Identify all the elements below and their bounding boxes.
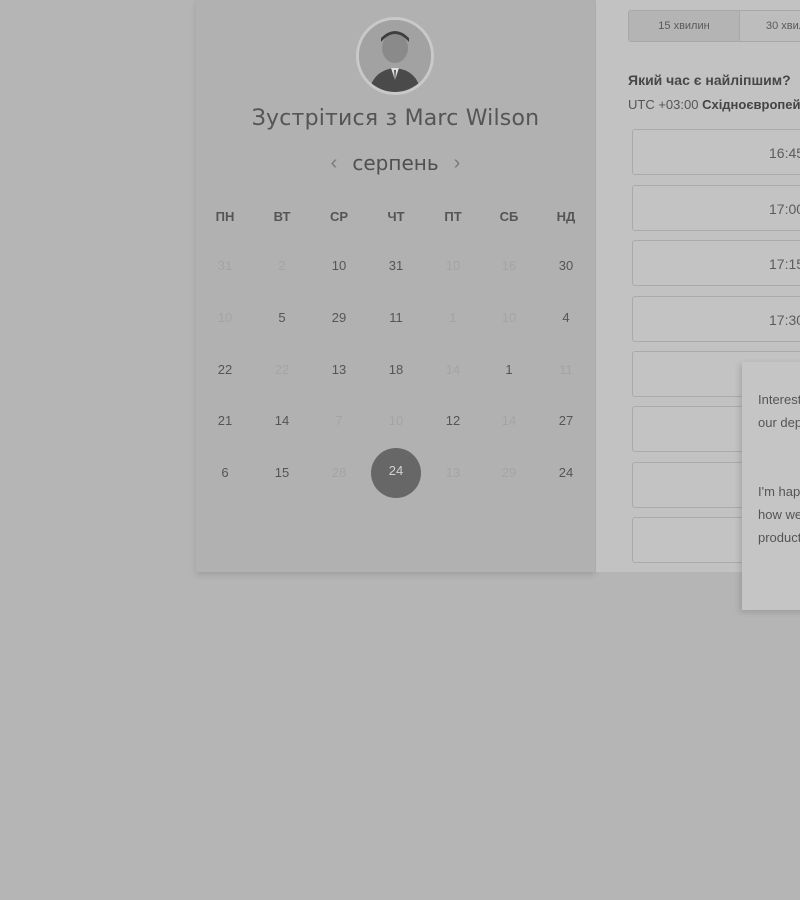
calendar-day[interactable]: 22 [258, 355, 306, 385]
calendar-day[interactable]: 12 [429, 406, 477, 436]
calendar-day[interactable]: 30 [542, 251, 590, 281]
calendar-day[interactable]: 29 [485, 458, 533, 488]
month-label: серпень [352, 151, 439, 175]
calendar-day[interactable]: 11 [542, 355, 590, 385]
calendar-day[interactable]: 10 [485, 303, 533, 333]
chevron-right-icon[interactable]: › [447, 150, 467, 176]
calendar-day[interactable]: 16 [485, 251, 533, 281]
calendar-day[interactable]: 21 [201, 406, 249, 436]
time-slot-label: 17:30 [769, 312, 800, 328]
time-slot-label: 17:00 [769, 201, 800, 217]
calendar-day[interactable]: 10 [201, 303, 249, 333]
page-title: Зустрітися з Marc Wilson [251, 106, 540, 131]
popup-message: I'm happy to share more insights about h… [758, 484, 800, 545]
calendar-day[interactable]: 4 [542, 303, 590, 333]
calendar-day[interactable]: 11 [372, 303, 420, 333]
calendar-day[interactable]: 7 [315, 406, 363, 436]
timezone-selector[interactable]: UTC +03:00 Східноєвропейський час [628, 97, 800, 112]
time-slot[interactable]: 17:00 [632, 185, 800, 231]
time-slot[interactable]: 17:30 [632, 296, 800, 342]
calendar-day[interactable]: 28 [315, 458, 363, 488]
calendar-day[interactable]: 10 [372, 406, 420, 436]
calendar-week: 31 2 10 31 10 16 30 [196, 251, 595, 281]
timezone-offset: UTC +03:00 [628, 97, 699, 112]
weekday-label: НД [556, 209, 576, 224]
time-slot-label: 17:15 [769, 256, 800, 272]
weekday-label: ЧТ [387, 209, 405, 224]
time-question: Який час є найліпшим? [628, 72, 791, 88]
weekday-label: СБ [499, 209, 519, 224]
tab-30-minutes[interactable]: 30 хвилин [740, 11, 800, 41]
chat-popup[interactable]: Interested in Product Management? Join o… [742, 362, 800, 610]
duration-tabs: 15 хвилин 30 хвилин [628, 10, 800, 42]
calendar-day[interactable]: 13 [315, 355, 363, 385]
scheduler-left-panel: Зустрітися з Marc Wilson ‹ серпень › ПН … [196, 0, 595, 572]
month-navigation: ‹ серпень › [196, 150, 595, 178]
calendar-day[interactable]: 10 [429, 251, 477, 281]
chevron-left-icon[interactable]: ‹ [324, 150, 344, 176]
weekday-label: СР [329, 209, 349, 224]
time-slot-label: 16:45 [769, 145, 800, 161]
calendar-day[interactable]: 29 [315, 303, 363, 333]
person-photo-icon [359, 20, 431, 92]
calendar-day[interactable]: 14 [485, 406, 533, 436]
avatar [356, 17, 434, 95]
calendar-day[interactable]: 2 [258, 251, 306, 281]
calendar-day[interactable]: 22 [201, 355, 249, 385]
weekday-label: ПН [215, 209, 235, 224]
calendar-day[interactable]: 31 [201, 251, 249, 281]
weekday-label: ПТ [444, 209, 462, 224]
calendar-day[interactable]: 15 [258, 458, 306, 488]
calendar-day[interactable]: 5 [258, 303, 306, 333]
calendar-week: 22 22 13 18 14 1 11 [196, 355, 595, 385]
time-slot[interactable]: 17:15 [632, 240, 800, 286]
calendar-day[interactable]: 14 [258, 406, 306, 436]
weekday-header: ПН ВТ СР ЧТ ПТ СБ НД [196, 206, 595, 236]
calendar-day[interactable]: 18 [372, 355, 420, 385]
calendar-day[interactable]: 10 [315, 251, 363, 281]
calendar-day[interactable]: 24 [542, 458, 590, 488]
calendar-week: 21 14 7 10 12 14 27 [196, 406, 595, 436]
tab-15-minutes[interactable]: 15 хвилин [629, 11, 740, 41]
calendar-day[interactable]: 6 [201, 458, 249, 488]
calendar-day[interactable]: 14 [429, 355, 477, 385]
calendar-day[interactable]: 1 [429, 303, 477, 333]
weekday-label: ВТ [273, 209, 291, 224]
calendar-day[interactable]: 31 [372, 251, 420, 281]
calendar-day-selected[interactable]: 24 [371, 448, 421, 498]
calendar-week: 10 5 29 11 1 10 4 [196, 303, 595, 333]
timezone-name: Східноєвропейський час [702, 97, 800, 112]
time-slot[interactable]: 16:45 [632, 129, 800, 175]
calendar-day[interactable]: 13 [429, 458, 477, 488]
calendar-week: 6 15 28 24 13 29 24 [196, 448, 595, 498]
calendar-day[interactable]: 27 [542, 406, 590, 436]
calendar-day[interactable]: 1 [485, 355, 533, 385]
popup-message: Interested in Product Management? Join o… [758, 392, 800, 430]
